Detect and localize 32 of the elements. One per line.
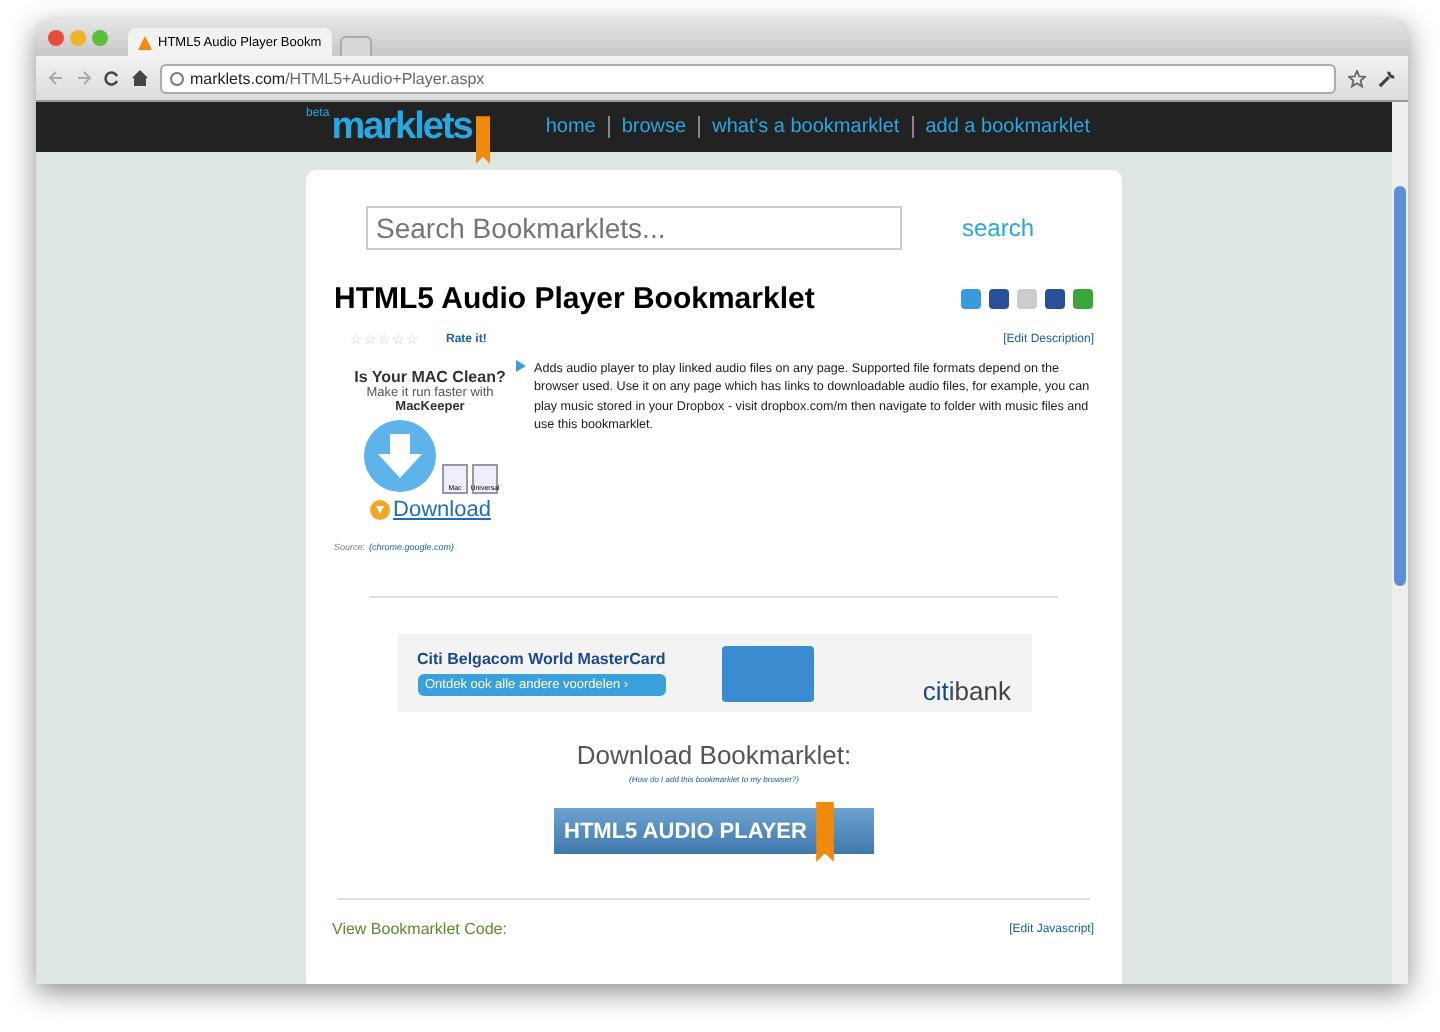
address-bar[interactable]: marklets.com/HTML5+Audio+Player.aspx — [160, 63, 1336, 93]
ribbon-icon — [816, 802, 834, 862]
ad-headline: Is Your MAC Clean? — [354, 368, 506, 386]
nav-link[interactable]: home — [533, 116, 608, 138]
star-icon[interactable] — [1348, 69, 1366, 87]
favicon-icon — [138, 35, 152, 49]
nav-link[interactable]: browse — [607, 116, 699, 138]
back-icon[interactable] — [48, 70, 64, 86]
reload-icon[interactable] — [104, 70, 120, 86]
download-heading: Download Bookmarklet: — [574, 740, 854, 770]
scrollbar-thumb[interactable] — [1394, 186, 1406, 586]
forward-icon[interactable] — [76, 70, 92, 86]
share-icon[interactable] — [988, 288, 1010, 310]
credit-card-image — [721, 645, 814, 701]
globe-icon — [170, 71, 184, 85]
wrench-icon[interactable] — [1378, 69, 1396, 87]
download-icon — [369, 500, 390, 520]
share-icon[interactable] — [1044, 288, 1066, 310]
home-icon[interactable] — [132, 70, 148, 86]
bookmarklet-button[interactable]: HTML5 AUDIO PLAYER — [554, 808, 874, 854]
brand-logo: citibank — [922, 676, 1011, 706]
close-icon[interactable] — [48, 30, 64, 46]
zoom-icon[interactable] — [92, 30, 108, 46]
new-tab-button[interactable] — [339, 36, 372, 56]
nav-link[interactable]: what's a bookmarklet — [698, 116, 912, 138]
ad-choices-icon[interactable] — [516, 360, 526, 372]
download-link[interactable]: Download — [393, 498, 491, 522]
banner-headline: Citi Belgacom World MasterCard — [417, 650, 666, 668]
search-field[interactable]: Search Bookmarklets... — [366, 206, 902, 250]
nav-link[interactable]: add a bookmarklet — [911, 116, 1102, 138]
page-title: HTML5 Audio Player Bookmarklet — [334, 282, 815, 316]
code-heading: View Bookmarklet Code: — [332, 920, 507, 938]
